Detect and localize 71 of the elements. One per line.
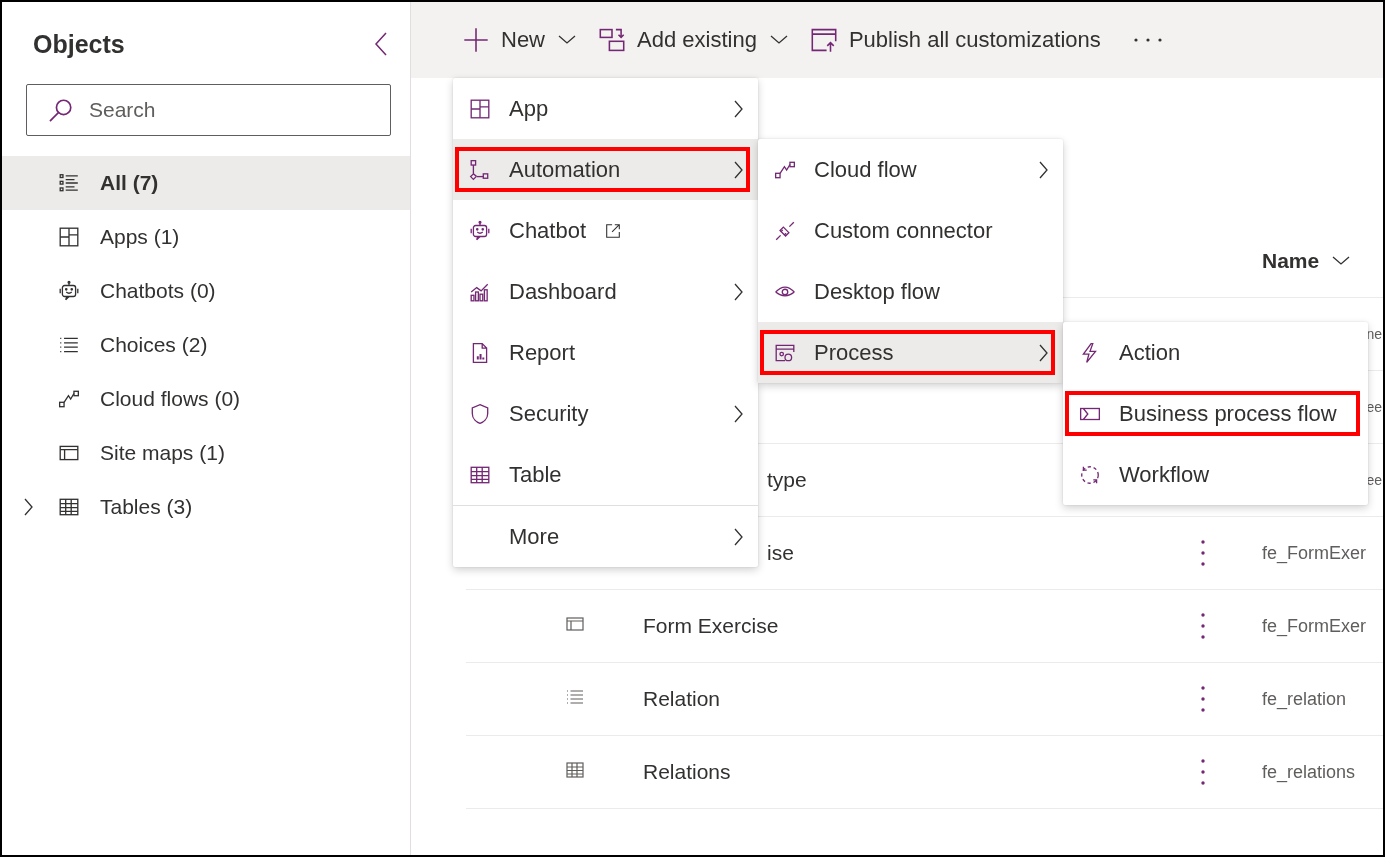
bot-icon bbox=[469, 219, 491, 242]
column-header[interactable]: Name bbox=[1262, 248, 1383, 273]
chevron-right-icon bbox=[732, 526, 744, 547]
menu-item[interactable]: Cloud flow bbox=[758, 139, 1063, 200]
collapse-button[interactable] bbox=[374, 31, 388, 57]
menu-item[interactable]: Desktop flow bbox=[758, 261, 1063, 322]
chevron-down-icon bbox=[1331, 254, 1352, 267]
chevron-right-icon bbox=[1037, 159, 1049, 180]
more-icon[interactable] bbox=[1200, 685, 1206, 713]
nav-item[interactable]: Site maps (1) bbox=[2, 426, 410, 480]
flow-icon bbox=[58, 388, 80, 410]
nav-item[interactable]: Choices (2) bbox=[2, 318, 410, 372]
flow-nodes-icon bbox=[469, 158, 491, 181]
toolbar-button[interactable]: New bbox=[463, 27, 577, 53]
more-icon[interactable] bbox=[1200, 758, 1206, 786]
plus-icon bbox=[463, 27, 489, 53]
menu-item[interactable]: Report bbox=[453, 322, 758, 383]
menu-item[interactable]: Process bbox=[758, 322, 1063, 383]
table-cell: Relations bbox=[643, 760, 731, 783]
menu-item[interactable]: Action bbox=[1063, 322, 1368, 383]
chevron-right-icon bbox=[732, 98, 744, 119]
more-icon[interactable] bbox=[1200, 612, 1206, 640]
list-icon bbox=[58, 172, 80, 194]
nav-item[interactable]: Tables (3) bbox=[2, 480, 410, 534]
search-icon bbox=[48, 97, 74, 123]
windows-arrow-icon bbox=[599, 27, 625, 53]
nav-item[interactable]: Cloud flows (0) bbox=[2, 372, 410, 426]
toolbar-button[interactable]: Add existing bbox=[599, 27, 789, 53]
table-cell: Relation bbox=[643, 687, 721, 710]
table-cell: Form Exercise bbox=[643, 614, 779, 637]
app-grid-icon bbox=[58, 226, 80, 248]
menu-item[interactable]: Dashboard bbox=[453, 261, 758, 322]
chevron-down-icon bbox=[557, 34, 577, 46]
table-cell-text: fe_relations bbox=[1262, 761, 1357, 783]
more-icon[interactable] bbox=[1200, 539, 1206, 567]
chevron-right-icon bbox=[732, 281, 744, 302]
search-field[interactable]: Search bbox=[26, 84, 391, 136]
table-cell-text: fe_FormExer bbox=[1262, 615, 1368, 637]
nav-item[interactable]: Chatbots (0) bbox=[2, 264, 410, 318]
table-cell-text: fe_relation bbox=[1262, 688, 1348, 710]
toolbar-button[interactable]: Publish all customizations bbox=[810, 27, 1101, 53]
dashed-circle-icon bbox=[1079, 463, 1101, 486]
chevron-right-icon bbox=[1037, 342, 1049, 363]
nav-item[interactable]: All (7) bbox=[2, 156, 410, 210]
menu-item[interactable]: Security bbox=[453, 383, 758, 444]
menu-item[interactable]: Table bbox=[453, 444, 758, 505]
app-grid-icon bbox=[469, 97, 491, 120]
external-link-icon bbox=[604, 221, 623, 240]
menu-item[interactable]: Automation bbox=[453, 139, 758, 200]
menu-item[interactable]: Business process flow bbox=[1063, 383, 1368, 444]
menu-item[interactable]: Chatbot bbox=[453, 200, 758, 261]
menu-item[interactable]: App bbox=[453, 78, 758, 139]
window-arrow-icon bbox=[810, 27, 837, 53]
table-icon bbox=[58, 496, 80, 518]
chevron-left-icon bbox=[374, 31, 388, 57]
table-cell-text: ise bbox=[766, 541, 794, 564]
menu-item[interactable]: More bbox=[453, 506, 758, 567]
menu-item[interactable]: Workflow bbox=[1063, 444, 1368, 505]
chevron-right-icon bbox=[732, 403, 744, 424]
shield-icon bbox=[469, 402, 491, 425]
more-icon[interactable] bbox=[1132, 37, 1163, 43]
panel-title: Objects bbox=[33, 29, 125, 59]
plug-icon bbox=[774, 219, 796, 242]
chevron-down-icon bbox=[768, 34, 789, 46]
table-cell-text: fe_FormExer bbox=[1262, 542, 1368, 564]
table-cell-text: type bbox=[766, 468, 807, 491]
nav-item[interactable]: Apps (1) bbox=[2, 210, 410, 264]
bot-icon bbox=[58, 280, 80, 302]
chevron-right-icon bbox=[732, 159, 744, 180]
menu-item[interactable]: Custom connector bbox=[758, 200, 1063, 261]
table-icon bbox=[565, 759, 585, 780]
